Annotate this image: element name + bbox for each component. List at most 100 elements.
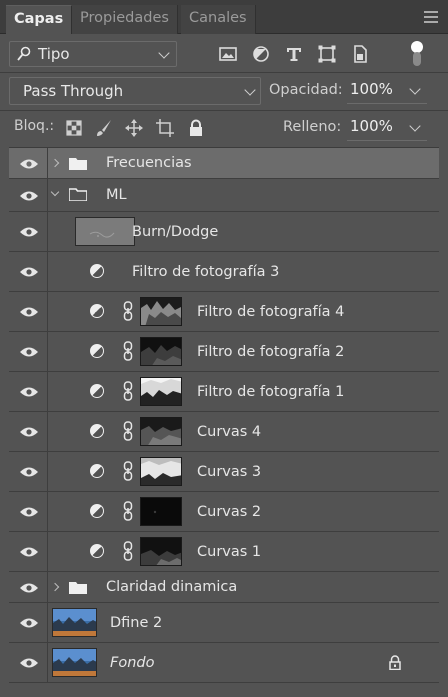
layer-mask-thumbnail[interactable]	[140, 497, 182, 526]
eye-icon[interactable]	[19, 466, 39, 478]
layer-name: Fondo	[110, 655, 155, 671]
layer-mask-thumbnail[interactable]	[140, 337, 182, 366]
fill-input[interactable]: 100%	[347, 115, 427, 141]
link-icon[interactable]	[123, 301, 133, 321]
adjustment-layer-icon[interactable]	[90, 424, 104, 438]
layer-name: Burn/Dodge	[132, 224, 219, 240]
panel-tab-bar: Capas Propiedades Canales	[0, 0, 448, 34]
link-icon[interactable]	[123, 501, 133, 521]
eye-icon[interactable]	[19, 190, 39, 202]
folder-icon	[69, 158, 87, 170]
shape-filter-icon[interactable]	[317, 44, 337, 64]
image-filter-icon[interactable]	[218, 44, 238, 64]
layer-filter-select[interactable]: Tipo	[9, 41, 177, 67]
layer-name: Filtro de fotografía 1	[197, 384, 345, 400]
layers-list: Frecuencias ML Burn/Dodge Filtro de foto…	[9, 147, 439, 693]
layer-row-dfine-2[interactable]: Dfine 2	[9, 603, 439, 643]
eye-icon[interactable]	[19, 426, 39, 438]
layer-row-claridad-dinamica[interactable]: Claridad dinamica	[9, 572, 439, 603]
link-icon[interactable]	[123, 381, 133, 401]
divider	[0, 110, 448, 111]
eye-icon[interactable]	[19, 226, 39, 238]
layer-row-frecuencias[interactable]: Frecuencias	[9, 148, 439, 179]
layer-row-filtro-4[interactable]: Filtro de fotografía 4	[9, 292, 439, 332]
blend-mode-select[interactable]: Pass Through	[9, 77, 261, 105]
eye-icon[interactable]	[19, 266, 39, 278]
layer-thumbnail[interactable]	[52, 648, 97, 677]
layer-row-ml[interactable]: ML	[9, 179, 439, 212]
chevron-down-icon	[409, 120, 421, 132]
link-icon[interactable]	[123, 541, 133, 561]
adjustment-layer-icon[interactable]	[90, 544, 104, 558]
tab-canales[interactable]: Canales	[181, 5, 256, 34]
layer-row-curvas-4[interactable]: Curvas 4	[9, 412, 439, 452]
layer-row-filtro-2[interactable]: Filtro de fotografía 2	[9, 332, 439, 372]
lock-transparent-icon[interactable]	[65, 119, 83, 137]
link-icon[interactable]	[123, 421, 133, 441]
eye-icon[interactable]	[19, 617, 39, 629]
adjustment-layer-icon[interactable]	[90, 304, 104, 318]
divider	[0, 72, 448, 73]
layer-mask-thumbnail[interactable]	[140, 417, 182, 446]
layer-thumbnail[interactable]	[52, 608, 97, 637]
lock-image-icon[interactable]	[95, 119, 113, 137]
layer-mask-thumbnail[interactable]	[140, 377, 182, 406]
panel-menu-icon[interactable]	[424, 11, 438, 23]
eye-icon[interactable]	[19, 306, 39, 318]
link-icon[interactable]	[123, 341, 133, 361]
layer-row-curvas-1[interactable]: Curvas 1	[9, 532, 439, 572]
eye-icon[interactable]	[19, 158, 39, 170]
filter-toggle-switch[interactable]	[409, 40, 425, 68]
opacity-label: Opacidad:	[269, 82, 343, 98]
link-icon[interactable]	[123, 461, 133, 481]
folder-icon	[69, 582, 87, 594]
adjustment-layer-icon[interactable]	[90, 384, 104, 398]
lock-all-icon[interactable]	[187, 119, 205, 137]
chevron-down-icon	[409, 83, 421, 95]
smart-object-filter-icon[interactable]	[350, 44, 370, 64]
adjustment-layer-icon[interactable]	[90, 344, 104, 358]
eye-icon[interactable]	[19, 546, 39, 558]
eye-icon[interactable]	[19, 346, 39, 358]
layer-row-burn-dodge[interactable]: Burn/Dodge	[9, 212, 439, 252]
adjustment-layer-icon[interactable]	[90, 504, 104, 518]
lock-position-icon[interactable]	[125, 119, 143, 137]
adjustment-layer-icon[interactable]	[90, 264, 104, 278]
adjustment-filter-icon[interactable]	[251, 44, 271, 64]
layer-name: ML	[106, 187, 127, 203]
eye-icon[interactable]	[19, 582, 39, 594]
tab-propiedades[interactable]: Propiedades	[72, 5, 178, 34]
adjustment-layer-icon[interactable]	[90, 464, 104, 478]
layer-row-curvas-3[interactable]: Curvas 3	[9, 452, 439, 492]
blend-mode-value: Pass Through	[23, 82, 124, 100]
chevron-down-icon	[158, 47, 170, 59]
eye-icon[interactable]	[19, 386, 39, 398]
layer-mask-thumbnail[interactable]	[140, 297, 182, 326]
chevron-right-icon[interactable]	[50, 582, 60, 592]
opacity-value: 100%	[350, 80, 393, 98]
opacity-input[interactable]: 100%	[347, 78, 427, 104]
layer-name: Curvas 3	[197, 464, 262, 480]
layer-thumbnail[interactable]	[75, 217, 135, 246]
layer-mask-thumbnail[interactable]	[140, 457, 182, 486]
chevron-right-icon[interactable]	[50, 158, 60, 168]
filter-kind-label: Tipo	[38, 45, 70, 63]
layer-row-curvas-2[interactable]: Curvas 2	[9, 492, 439, 532]
chevron-down-icon[interactable]	[50, 187, 60, 197]
layer-row-fondo[interactable]: Fondo	[9, 643, 439, 683]
lock-label: Bloq.:	[14, 118, 55, 134]
layer-name: Curvas 1	[197, 544, 262, 560]
layer-name: Dfine 2	[110, 615, 163, 631]
eye-icon[interactable]	[19, 506, 39, 518]
chevron-down-icon	[244, 84, 256, 96]
lock-artboard-icon[interactable]	[156, 119, 174, 137]
layer-row-filtro-1[interactable]: Filtro de fotografía 1	[9, 372, 439, 412]
lock-icon	[389, 655, 401, 670]
layer-name: Frecuencias	[106, 155, 192, 171]
layer-mask-thumbnail[interactable]	[140, 537, 182, 566]
layer-row-filtro-3[interactable]: Filtro de fotografía 3	[9, 252, 439, 292]
type-filter-icon[interactable]	[284, 44, 304, 64]
eye-icon[interactable]	[19, 657, 39, 669]
layer-name: Curvas 4	[197, 424, 262, 440]
tab-capas[interactable]: Capas	[6, 5, 73, 34]
